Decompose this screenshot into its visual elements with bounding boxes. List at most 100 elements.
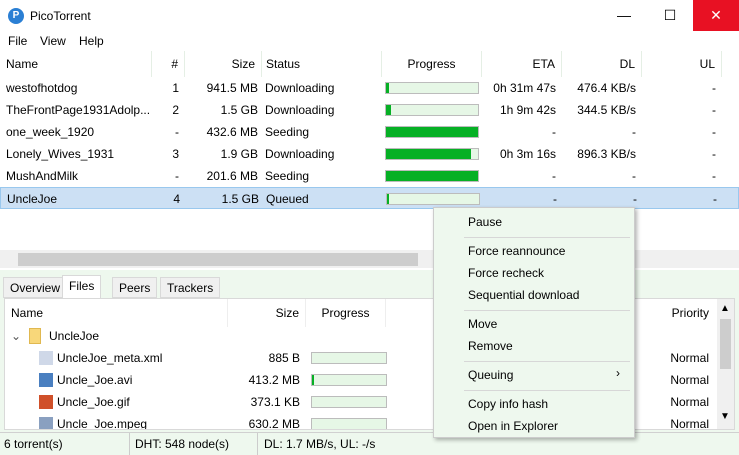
torrent-eta: 1h 9m 42s — [499, 103, 556, 117]
torrent-dl: - — [632, 125, 636, 139]
progress-bar — [385, 104, 479, 116]
files-column-name[interactable]: Name — [5, 299, 228, 327]
torrent-dl: 344.5 KB/s — [577, 103, 636, 117]
torrent-name: UncleJoe — [7, 192, 58, 206]
scroll-down-icon[interactable]: ▼ — [720, 411, 730, 422]
progress-fill — [386, 171, 478, 181]
menu-item-sequential-download[interactable]: Sequential download — [468, 288, 579, 302]
torrent-dl: - — [632, 169, 636, 183]
progress-bar — [385, 170, 479, 182]
file-priority: Normal — [670, 417, 709, 430]
torrent-status: Downloading — [265, 103, 335, 117]
xml-file-icon — [39, 351, 53, 365]
column-progress[interactable]: Progress — [382, 51, 482, 77]
file-size: 413.2 MB — [248, 373, 300, 387]
separator — [464, 361, 630, 362]
torrent-row[interactable]: Lonely_Wives_1931 3 1.9 GB Downloading 0h 3m… — [0, 143, 739, 165]
files-column-progress[interactable]: Progress — [306, 299, 386, 327]
torrent-row[interactable]: westofhotdog 1 941.5 MB Downloading 0h 31m 4… — [0, 77, 739, 99]
torrent-status: Seeding — [265, 169, 310, 183]
torrent-ul: - — [713, 192, 717, 206]
menu-help[interactable]: Help — [79, 34, 104, 48]
tab-trackers[interactable]: Trackers — [160, 277, 221, 298]
tab-overview[interactable]: Overview — [3, 277, 68, 298]
video-file-icon — [39, 373, 53, 387]
menu-view[interactable]: View — [40, 34, 66, 48]
app-logo-icon: P — [8, 8, 24, 24]
torrent-size: 432.6 MB — [206, 125, 258, 139]
menu-bar: File View Help — [0, 31, 739, 51]
progress-bar — [386, 193, 480, 205]
menu-item-move[interactable]: Move — [468, 317, 497, 331]
menu-file[interactable]: File — [8, 34, 27, 48]
torrent-dl: 896.3 KB/s — [577, 147, 636, 161]
files-column-priority[interactable]: Priority — [635, 299, 715, 327]
progress-fill — [387, 194, 389, 204]
torrent-eta: 0h 31m 47s — [493, 81, 556, 95]
maximize-button[interactable]: ☐ — [647, 0, 693, 31]
close-button[interactable]: ✕ — [693, 0, 739, 31]
menu-item-force-reannounce[interactable]: Force reannounce — [468, 244, 565, 258]
torrent-eta: - — [552, 169, 556, 183]
chevron-right-icon: › — [616, 366, 620, 380]
torrent-ul: - — [712, 103, 716, 117]
menu-item-open-in-explorer[interactable]: Open in Explorer — [468, 419, 558, 433]
torrent-row[interactable]: MushAndMilk - 201.6 MB Seeding - - - — [0, 165, 739, 187]
torrent-status: Queued — [266, 192, 309, 206]
progress-bar — [385, 82, 479, 94]
torrent-dl: 476.4 KB/s — [577, 81, 636, 95]
column-ul[interactable]: UL — [642, 51, 722, 77]
scrollbar-thumb[interactable] — [18, 253, 418, 266]
scrollbar-thumb[interactable] — [720, 319, 731, 369]
progress-fill — [386, 83, 389, 93]
column-queue[interactable]: # — [152, 51, 185, 77]
folder-icon — [29, 328, 41, 344]
torrent-queue: 4 — [173, 192, 180, 206]
torrent-ul: - — [712, 81, 716, 95]
torrent-row[interactable]: UncleJoe 4 1.5 GB Queued - - - — [0, 187, 739, 209]
progress-bar — [311, 352, 387, 364]
file-name: UncleJoe_meta.xml — [57, 351, 163, 365]
torrent-queue: 2 — [172, 103, 179, 117]
menu-item-force-recheck[interactable]: Force recheck — [468, 266, 544, 280]
progress-fill — [386, 149, 471, 159]
separator — [464, 390, 630, 391]
torrent-ul: - — [712, 125, 716, 139]
column-size[interactable]: Size — [185, 51, 262, 77]
menu-item-queuing[interactable]: Queuing — [468, 368, 513, 382]
menu-item-pause[interactable]: Pause — [468, 215, 502, 229]
column-eta[interactable]: ETA — [482, 51, 562, 77]
torrent-size: 1.5 GB — [221, 192, 259, 206]
file-priority: Normal — [670, 351, 709, 365]
torrent-name: TheFrontPage1931Adolp... — [6, 103, 151, 117]
torrent-name: one_week_1920 — [6, 125, 95, 139]
torrent-size: 1.9 GB — [220, 147, 258, 161]
scroll-up-icon[interactable]: ▲ — [720, 303, 730, 314]
torrent-row[interactable]: one_week_1920 - 432.6 MB Seeding - - - — [0, 121, 739, 143]
tab-peers[interactable]: Peers — [112, 277, 158, 298]
dht-status: DHT: 548 node(s) — [130, 433, 258, 455]
menu-item-remove[interactable]: Remove — [468, 339, 513, 353]
torrent-eta: - — [552, 125, 556, 139]
torrent-ul: - — [712, 147, 716, 161]
torrent-size: 941.5 MB — [206, 81, 258, 95]
file-priority: Normal — [670, 395, 709, 409]
menu-item-copy-info-hash[interactable]: Copy info hash — [468, 397, 548, 411]
torrent-name: westofhotdog — [6, 81, 78, 95]
torrent-size: 201.6 MB — [206, 169, 258, 183]
progress-fill — [386, 127, 478, 137]
tab-files[interactable]: Files — [62, 275, 102, 299]
file-size: 630.2 MB — [248, 417, 300, 430]
torrent-status: Downloading — [265, 81, 335, 95]
speed-status: DL: 1.7 MB/s, UL: -/s — [264, 437, 376, 451]
column-name[interactable]: Name — [0, 51, 152, 77]
minimize-button[interactable]: — — [601, 0, 647, 31]
column-status[interactable]: Status — [262, 51, 382, 77]
separator — [464, 237, 630, 238]
progress-bar — [385, 126, 479, 138]
torrent-queue: 3 — [172, 147, 179, 161]
torrent-row[interactable]: TheFrontPage1931Adolp... 2 1.5 GB Downloadi… — [0, 99, 739, 121]
files-column-size[interactable]: Size — [228, 299, 306, 327]
column-dl[interactable]: DL — [562, 51, 642, 77]
chevron-down-icon[interactable]: ⌄ — [11, 325, 21, 347]
